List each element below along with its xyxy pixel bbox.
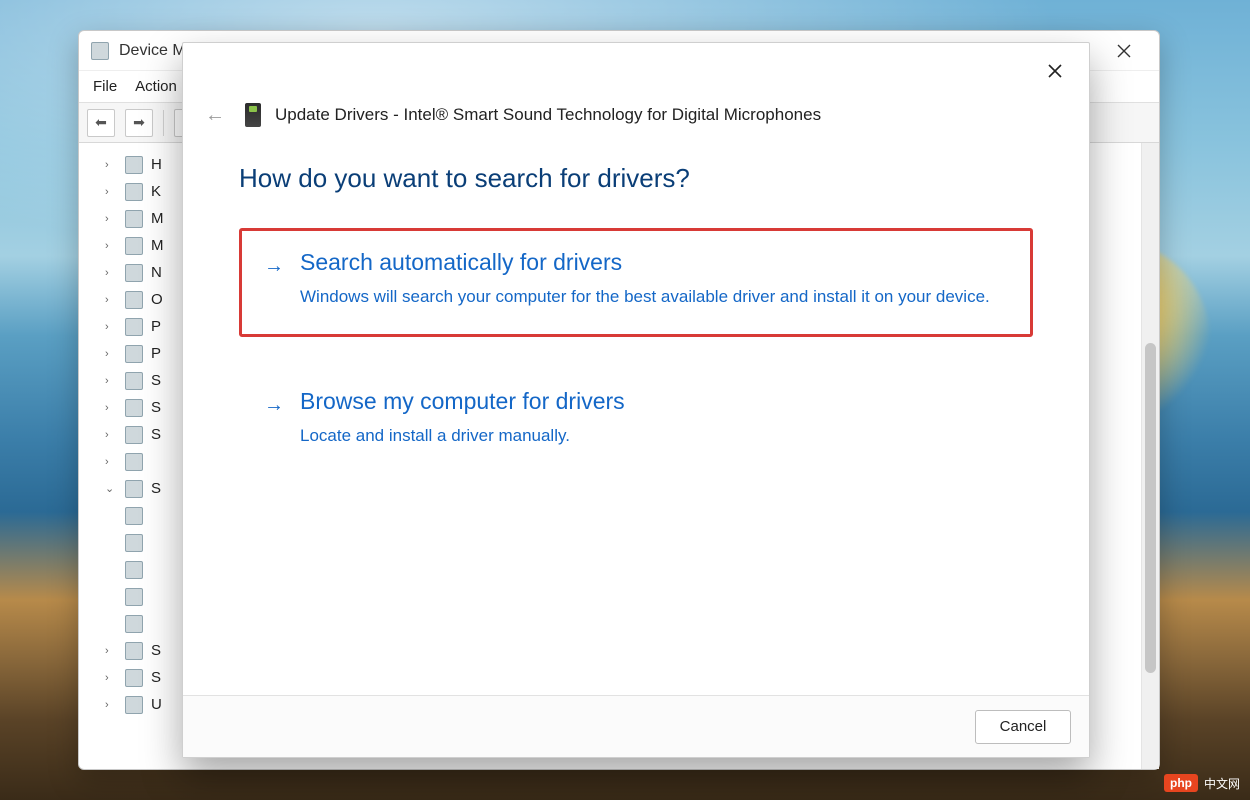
device-icon [125, 453, 143, 471]
usb-icon [125, 696, 143, 714]
storage-icon [125, 642, 143, 660]
tree-row-label: S [151, 480, 161, 497]
close-icon [1048, 64, 1062, 78]
tree-caret-icon[interactable]: ⌄ [105, 482, 117, 495]
tree-caret-icon[interactable]: › [105, 321, 117, 333]
tree-row-label: P [151, 345, 161, 362]
option-description: Locate and install a driver manually. [300, 423, 1008, 449]
monitor-icon [125, 237, 143, 255]
hardware-icon [125, 156, 143, 174]
dialog-question: How do you want to search for drivers? [239, 163, 1033, 194]
sound-dev-icon [125, 561, 143, 579]
security-icon [125, 372, 143, 390]
watermark-badge: php [1164, 774, 1198, 792]
dialog-header: ← Update Drivers - Intel® Smart Sound Te… [183, 97, 1089, 137]
smartcard-icon [125, 399, 143, 417]
toolbar-forward-button[interactable]: ➡ [125, 109, 153, 137]
menu-action[interactable]: Action [135, 78, 177, 95]
tree-caret-icon[interactable]: › [105, 267, 117, 279]
system-icon [125, 669, 143, 687]
menu-file[interactable]: File [93, 78, 117, 95]
tree-caret-icon[interactable]: › [105, 375, 117, 387]
tree-caret-icon[interactable]: › [105, 294, 117, 306]
option-browse-computer[interactable]: → Browse my computer for drivers Locate … [239, 367, 1033, 476]
network-icon [125, 264, 143, 282]
tree-caret-icon[interactable]: › [105, 456, 117, 468]
option-title: Search automatically for drivers [300, 249, 1008, 276]
close-icon [1117, 44, 1131, 58]
tree-caret-icon[interactable]: › [105, 402, 117, 414]
keyboard-icon [125, 183, 143, 201]
tree-row-label: S [151, 669, 161, 686]
tree-row-label: H [151, 156, 162, 173]
toolbar-back-button[interactable]: ⬅ [87, 109, 115, 137]
device-manager-icon [91, 42, 109, 60]
cancel-button[interactable]: Cancel [975, 710, 1071, 744]
tree-row-label: S [151, 426, 161, 443]
tree-row-label: P [151, 318, 161, 335]
tree-caret-icon[interactable]: › [105, 240, 117, 252]
tree-row-label: S [151, 642, 161, 659]
desktop-wallpaper: Device Manager File Action ⬅ ➡ ☰ ›H›K›M›… [0, 0, 1250, 800]
update-drivers-dialog: ← Update Drivers - Intel® Smart Sound Te… [182, 42, 1090, 758]
device-manager-close-button[interactable] [1101, 35, 1147, 67]
tree-row-label: N [151, 264, 162, 281]
tree-caret-icon[interactable]: › [105, 699, 117, 711]
sound-dev-icon [125, 615, 143, 633]
tree-caret-icon[interactable]: › [105, 672, 117, 684]
arrow-left-icon: ⬅ [95, 114, 107, 131]
option-title: Browse my computer for drivers [300, 388, 1008, 415]
device-manager-scrollbar[interactable] [1141, 143, 1159, 769]
other-icon [125, 291, 143, 309]
arrow-right-icon: ➡ [133, 114, 145, 131]
toolbar-separator [163, 110, 164, 136]
tree-row-label: S [151, 399, 161, 416]
sound-dev-icon [125, 507, 143, 525]
sound-icon [125, 480, 143, 498]
tree-caret-icon[interactable]: › [105, 348, 117, 360]
tree-caret-icon[interactable]: › [105, 213, 117, 225]
arrow-left-icon: ← [205, 104, 225, 126]
dialog-content: How do you want to search for drivers? →… [183, 137, 1089, 695]
image-watermark: php 中文网 [1164, 774, 1240, 792]
tree-row-label: M [151, 210, 164, 227]
cancel-button-label: Cancel [1000, 718, 1047, 735]
sound-dev-icon [125, 534, 143, 552]
software-icon [125, 426, 143, 444]
tree-row-label: S [151, 372, 161, 389]
option-search-automatically[interactable]: → Search automatically for drivers Windo… [239, 228, 1033, 337]
dialog-back-button[interactable]: ← [199, 100, 231, 131]
tree-caret-icon[interactable]: › [105, 159, 117, 171]
printer-icon [125, 318, 143, 336]
dialog-close-button[interactable] [1035, 55, 1075, 87]
tree-row-label: U [151, 696, 162, 713]
processor-icon [125, 345, 143, 363]
tree-caret-icon[interactable]: › [105, 429, 117, 441]
device-icon [245, 103, 261, 127]
sound-dev-icon [125, 588, 143, 606]
tree-row-label: M [151, 237, 164, 254]
dialog-footer: Cancel [183, 695, 1089, 757]
tree-row-label: K [151, 183, 161, 200]
mouse-icon [125, 210, 143, 228]
tree-row-label: O [151, 291, 163, 308]
dialog-title: Update Drivers - Intel® Smart Sound Tech… [275, 105, 821, 125]
scrollbar-thumb[interactable] [1145, 343, 1156, 673]
option-description: Windows will search your computer for th… [300, 284, 1008, 310]
arrow-right-icon: → [264, 255, 284, 278]
tree-caret-icon[interactable]: › [105, 186, 117, 198]
tree-caret-icon[interactable]: › [105, 645, 117, 657]
arrow-right-icon: → [264, 394, 284, 417]
watermark-text: 中文网 [1204, 775, 1240, 792]
